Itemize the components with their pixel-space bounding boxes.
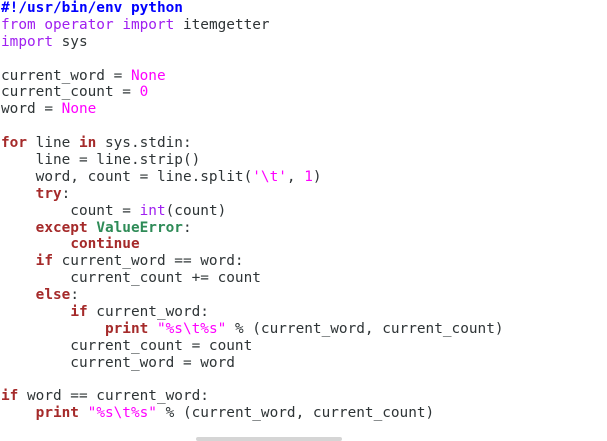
- code-token-import: import: [1, 33, 53, 50]
- code-token-kw: try: [35, 185, 62, 202]
- code-token-kw: else: [35, 287, 71, 304]
- code-token-kw: print: [104, 320, 149, 337]
- code-line: if current_word:: [1, 304, 607, 321]
- code-line: continue: [1, 236, 607, 253]
- code-token-plain: current_word = word: [1, 354, 235, 371]
- code-editor[interactable]: #!/usr/bin/env python from operator impor…: [0, 0, 607, 441]
- code-token-kw: for: [1, 135, 27, 152]
- code-token-plain: word == current_word:: [18, 388, 209, 405]
- code-token-kw: if: [70, 304, 88, 321]
- code-line: import sys: [1, 34, 607, 51]
- code-line: from operator import itemgetter: [1, 17, 607, 34]
- code-token-str: "%s\t%s": [87, 405, 157, 422]
- code-token-plain: current_word == word:: [52, 253, 244, 270]
- code-line: current_count = count: [1, 338, 607, 355]
- code-token-kw: if: [1, 388, 19, 405]
- code-line: line = line.strip(): [1, 152, 607, 169]
- code-line: current_word = word: [1, 355, 607, 372]
- code-line: current_word = None: [1, 68, 607, 85]
- code-token-plain: sys.stdin:: [96, 135, 192, 152]
- code-token-plain: (count): [165, 202, 227, 219]
- code-token-kw: except: [35, 219, 88, 236]
- code-token-plain: % (current_word, current_count): [226, 320, 504, 337]
- code-line: #!/usr/bin/env python: [1, 0, 607, 17]
- code-token-plain: word, count = line.split(: [1, 168, 253, 185]
- code-token-num: 1: [304, 168, 313, 185]
- code-token-plain: :: [70, 287, 79, 304]
- code-token-plain: ,: [286, 168, 305, 185]
- code-token-import: from: [1, 16, 36, 33]
- code-token-plain: current_count =: [1, 84, 140, 101]
- code-line: count = int(count): [1, 203, 607, 220]
- code-line: except ValueError:: [1, 220, 607, 237]
- code-token-shebang: #!/usr/bin/env python: [1, 0, 183, 16]
- code-token-const: None: [130, 67, 166, 84]
- code-token-plain: itemgetter: [174, 16, 270, 33]
- code-token-plain: count =: [1, 202, 140, 219]
- code-token-plain: current_count += count: [1, 270, 261, 287]
- code-token-plain: % (current_word, current_count): [156, 405, 435, 422]
- code-line: word = None: [1, 101, 607, 118]
- code-token-str: "%s\t%s": [156, 320, 227, 337]
- code-line: word, count = line.split('\t', 1): [1, 169, 607, 186]
- code-token-plain: :: [182, 219, 192, 236]
- code-line: current_count += count: [1, 270, 607, 287]
- code-text-area[interactable]: #!/usr/bin/env python from operator impor…: [0, 0, 607, 422]
- code-token-kw: if: [35, 253, 53, 270]
- code-token-import: operator: [44, 16, 114, 33]
- code-token-builtin: int: [139, 202, 166, 219]
- code-token-kw: print: [35, 405, 79, 422]
- horizontal-scrollbar[interactable]: [196, 437, 342, 441]
- code-token-plain: current_count = count: [1, 337, 253, 354]
- code-token-exc: ValueError: [96, 219, 183, 236]
- code-line: if current_word == word:: [1, 253, 607, 270]
- code-line: print "%s\t%s" % (current_word, current_…: [1, 321, 607, 338]
- code-line: for line in sys.stdin:: [1, 135, 607, 152]
- code-token-plain: sys: [52, 33, 88, 50]
- code-token-const: None: [61, 101, 97, 118]
- code-token-import: import: [122, 16, 175, 33]
- code-token-num: 0: [139, 84, 149, 101]
- code-token-plain: current_word =: [1, 67, 131, 84]
- code-token-plain: :: [61, 185, 71, 202]
- code-token-plain: ): [312, 168, 322, 185]
- code-token-kw: in: [78, 135, 97, 152]
- code-token-plain: line = line.strip(): [1, 152, 201, 169]
- code-line: else:: [1, 287, 607, 304]
- code-token-kw: continue: [70, 236, 140, 253]
- code-token-str: '\t': [252, 168, 287, 185]
- code-line: print "%s\t%s" % (current_word, current_…: [1, 405, 607, 422]
- code-token-plain: word =: [1, 101, 62, 118]
- code-token-plain: line: [27, 135, 79, 152]
- code-token-plain: current_word:: [87, 304, 209, 321]
- code-line: try:: [1, 186, 607, 203]
- code-line: current_count = 0: [1, 84, 607, 101]
- code-line: if word == current_word:: [1, 388, 607, 405]
